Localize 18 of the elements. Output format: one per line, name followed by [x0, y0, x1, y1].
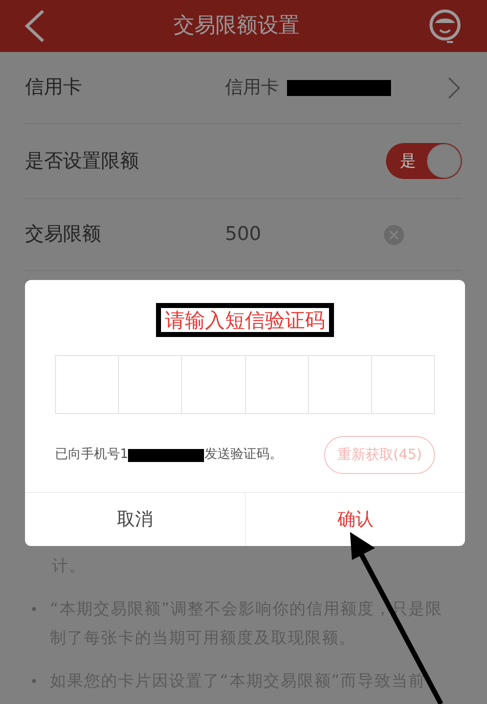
page-title: 交易限额设置: [172, 12, 300, 40]
bullet-icon: [32, 607, 36, 611]
sent-text: 已向手机号1: [55, 446, 128, 464]
card-value: 信用卡: [225, 76, 279, 100]
chevron-right-icon[interactable]: [448, 76, 460, 98]
back-icon[interactable]: [24, 9, 46, 43]
sent-text: 发送验证码。: [204, 446, 282, 464]
row-label: 交易限额: [25, 222, 102, 248]
row-label: 信用卡: [25, 75, 83, 100]
headset-icon[interactable]: [427, 8, 463, 44]
switch-label: 是: [400, 150, 416, 172]
cancel-button[interactable]: 取消: [25, 493, 244, 546]
limit-switch[interactable]: 是: [386, 143, 462, 179]
code-input[interactable]: [55, 355, 435, 414]
dialog-title: 请输入短信验证码: [156, 303, 334, 337]
limit-input[interactable]: 500: [225, 220, 262, 249]
bullet-icon: [32, 679, 36, 683]
switch-knob: [427, 144, 461, 178]
